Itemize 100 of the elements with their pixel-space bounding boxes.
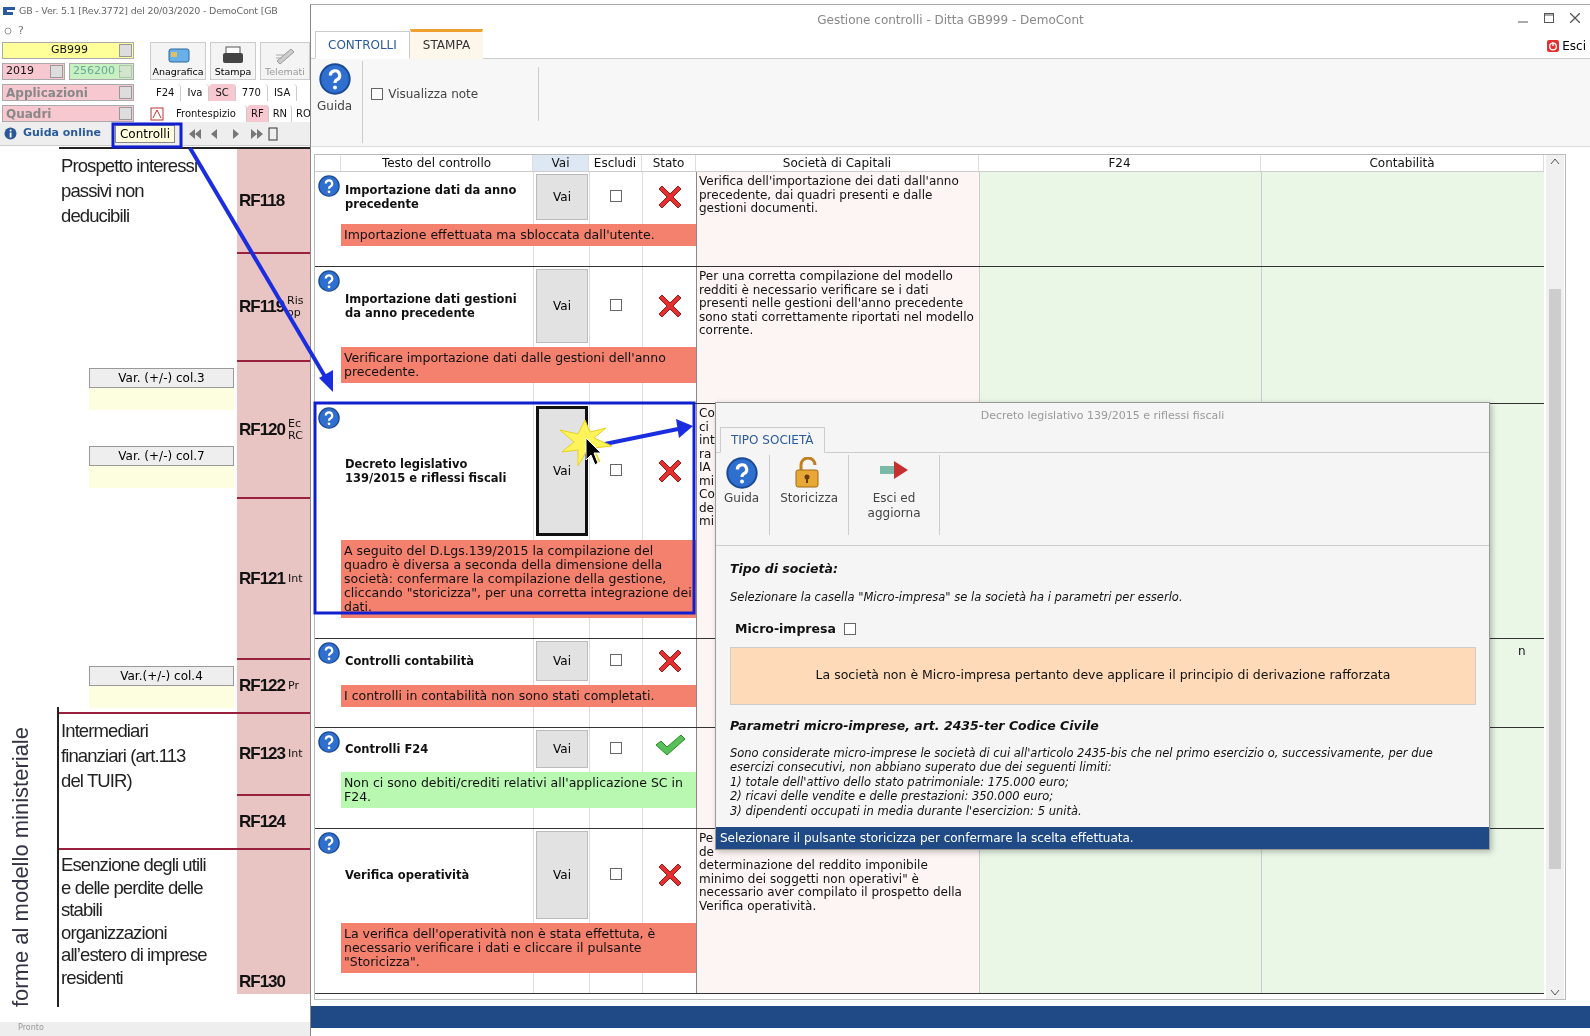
row-code: RF121 [239,567,286,590]
variation-button[interactable]: Var. (+/-) col.7 [89,446,234,466]
row-code: RF122 [239,675,286,698]
control-title: Importazione dati da anno precedente [345,183,518,211]
logo-icon [2,5,16,17]
go-button[interactable]: Vai [536,641,588,681]
go-button[interactable]: Vai [536,831,588,919]
exit-button[interactable]: Esci [1547,37,1586,55]
go-button[interactable]: Vai [536,269,588,343]
table-cell: Per una corretta compilazione del modello redditi è necessario verificare se i dati presenti nelle gestioni dell'anno precedente sono stati correttamente riportati nel modello corrente. [696,267,979,403]
exclude-checkbox[interactable] [610,654,622,666]
section-title: Esenzione degli utili e delle perdite delle stabili organizzazioni all’estero di imprese residenti [61,853,208,989]
variation-button[interactable]: Var. (+/-) col.3 [89,368,234,388]
row-code: RF130 [239,970,286,993]
toolbar-button[interactable]: Stampa [210,42,256,80]
help-icon [318,270,340,292]
exclude-checkbox[interactable] [610,464,622,476]
help-icon [318,407,340,429]
help-icon [318,832,340,854]
column-header: Vai [533,155,589,171]
help-icon [318,175,340,197]
vertical-label: forme al modello ministeriale [4,707,59,1007]
scroll-up-icon[interactable] [1550,157,1560,165]
toolbar-button[interactable]: Anagrafica [150,42,206,80]
tab[interactable]: STAMPA [409,29,484,59]
status-message: La verifica dell'operatività non è stata effettuta, è necessario verificare i dati e cliccare il pulsante "Storicizza". [341,923,696,973]
parameter-text: 2) ricavi delle vendite e delle prestazioni: 350.000 euro; [730,789,1055,804]
status-message: A seguito del D.Lgs.139/2015 la compilazione del quadro è diversa a seconda della dimensione della società: confermare la compilazione della gestione, cliccando "storicizza", per una corretta integrazione dei dati. [341,540,696,618]
scroll-thumb[interactable] [1549,289,1561,869]
input-field[interactable] [89,466,234,488]
status-bar: Selezionare il pulsante storicizza per confermare la scelta effettuata. [716,827,1489,849]
circle-icon [4,27,12,35]
notes-checkbox[interactable]: Visualizza note [367,67,540,121]
toolbar-button[interactable]: Storicizza [774,453,845,510]
section-title: Intermediari finanziari (art.113 del TUIR) [61,719,187,793]
row-code: RF118 [239,189,285,212]
go-button[interactable]: Vai [536,730,588,768]
parameter-text: 3) dipendenti occupati in media durante l'esercizion: 5 unità. [730,803,1083,818]
control-title: Controlli F24 [345,742,429,756]
parameter-text: Sono considerate micro-imprese le società di cui all'articolo 2435-bis che nel primo esercizio o, successivamente, per due esercizi consecutivi, non abbiano superato due dei seguenti limiti: [730,745,1434,775]
menu-item[interactable]: ? [18,22,24,40]
section-title: Prospetto interessi passivi non deducibili [61,154,199,228]
scrollbar[interactable] [1546,155,1564,999]
column-header: F24 [979,155,1261,171]
variation-button[interactable]: Var.(+/-) col.4 [89,666,234,686]
window-title: GB - Ver. 5.1 [Rev.3772] del 20/03/2020 - DemoCont [GB [19,3,278,18]
exclude-checkbox[interactable] [610,190,622,202]
column-header: Società di Capitali [696,155,979,171]
cut-label: Int [288,748,303,760]
go-button[interactable]: Vai [536,406,588,536]
help-link[interactable]: Guida online [4,125,101,142]
column-header: Stato [642,155,696,171]
help-icon [725,457,758,489]
maximize-icon[interactable] [1544,13,1554,23]
section-heading: Parametri micro-imprese, art. 2435-ter Codice Civile [730,716,1100,735]
status-message: Verificare importazione dati dalle gestioni dell'anno precedente. [341,347,696,383]
row-code: RF120 [239,418,286,441]
close-icon[interactable] [1570,13,1580,23]
status-bar: Pronto [0,1022,310,1036]
toolbar-button[interactable]: Esci ed aggiorna [853,453,936,525]
notice-panel: La società non è Micro-impresa pertanto deve applicare il principio di derivazione rafforzata [730,646,1476,705]
dropdown[interactable]: GB999 [2,42,134,59]
exclude-checkbox[interactable] [610,742,622,754]
column-header: Contabilità [1261,155,1544,171]
dropdown[interactable]: 2019 [2,63,65,80]
help-icon [318,63,351,95]
dialog-title: Decreto legislativo 139/2015 e riflessi fiscali [979,407,1226,424]
table-cell: Verifica dell'importazione dei dati dall'anno precedente, dai quadri presenti e dalle gestioni documenti. [696,172,979,266]
power-icon [1547,40,1560,52]
row-code: RF124 [239,811,286,834]
pdf-icon [150,106,164,121]
status-message: I controlli in contabilità non sono stati completati. [341,685,696,707]
info-icon [4,127,17,140]
status-message: Importazione effettuata ma sbloccata dall'utente. [341,224,696,246]
tab[interactable]: SC [209,84,236,101]
control-title: Importazione dati gestioni da anno precedente [345,292,518,320]
exclude-checkbox[interactable] [610,868,622,880]
section-heading: Tipo di società: [730,560,839,578]
printer-icon [221,44,245,65]
tab[interactable]: CONTROLLI [315,31,410,59]
parameter-text: 1) totale dell'attivo dello stato patrimoniale: 175.000 euro; [730,774,1070,789]
highlight-frame [111,122,183,149]
column-header: Escludi [589,155,642,171]
exclude-checkbox[interactable] [610,299,622,311]
window-title: Gestione controlli - Ditta GB999 - DemoCont [817,12,1084,29]
go-button[interactable]: Vai [536,174,588,220]
tab[interactable]: RF [246,105,269,122]
help-icon [318,731,340,753]
help-button[interactable]: Guida [311,59,359,119]
input-field[interactable] [89,686,234,708]
scroll-down-icon[interactable] [1550,989,1560,997]
status-message: Non ci sono debiti/crediti relativi all'applicazione SC in F24. [341,772,696,808]
help-icon [318,642,340,664]
cut-label: Int [288,572,303,585]
cut-label: Ec RC [288,417,303,442]
input-field[interactable] [89,388,234,410]
toolbar-button[interactable]: Guida [718,453,766,510]
control-title: Decreto legislativo 139/2015 e riflessi fiscali [345,457,508,485]
control-title: Controlli contabilità [345,654,474,668]
tab[interactable]: TIPO SOCIETÀ [720,427,825,453]
